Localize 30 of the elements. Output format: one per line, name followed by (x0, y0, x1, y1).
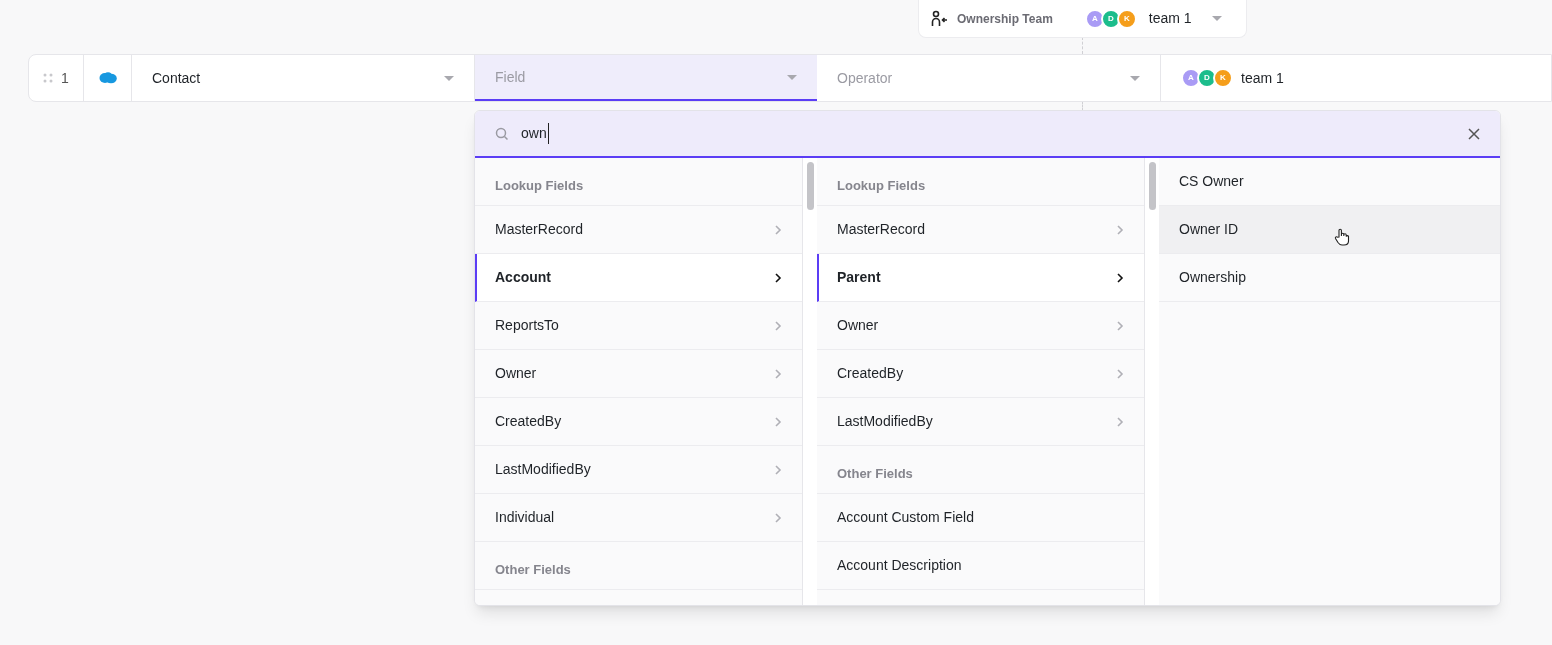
avatar: A (1084, 8, 1105, 29)
field-option[interactable]: Parent (817, 254, 1144, 302)
caret-icon (1130, 75, 1140, 81)
avatar: K (1213, 68, 1233, 88)
row-number: 1 (61, 68, 69, 88)
caret-icon (444, 75, 454, 81)
team-value: team 1 (1241, 68, 1284, 88)
hand-pointer-icon (1334, 227, 1350, 246)
team-value: team 1 (1148, 9, 1192, 28)
section-header: Lookup Fields (837, 176, 926, 195)
cloud-icon (98, 72, 117, 84)
avatar: A (1181, 68, 1201, 88)
section-header: Other Fields (837, 464, 913, 483)
drag-handle-icon[interactable] (43, 73, 54, 83)
ownership-team-label: Ownership Team (957, 10, 1053, 28)
section-header: Lookup Fields (495, 176, 584, 195)
search-field[interactable]: own (475, 111, 1500, 158)
section-header: Other Fields (495, 560, 571, 579)
caret-icon (787, 74, 797, 80)
avatar: K (1116, 8, 1137, 29)
close-icon[interactable] (1468, 127, 1480, 140)
field-option[interactable]: Owner ID (1159, 206, 1500, 254)
scrollbar-thumb[interactable] (1148, 162, 1156, 210)
avatar: D (1100, 8, 1121, 29)
scrollbar-thumb[interactable] (806, 162, 814, 210)
field-option[interactable]: Account (475, 254, 802, 302)
search-icon (495, 126, 509, 141)
person-arrow-icon (931, 9, 949, 28)
avatar: D (1197, 68, 1217, 88)
caret-icon (1212, 16, 1222, 21)
